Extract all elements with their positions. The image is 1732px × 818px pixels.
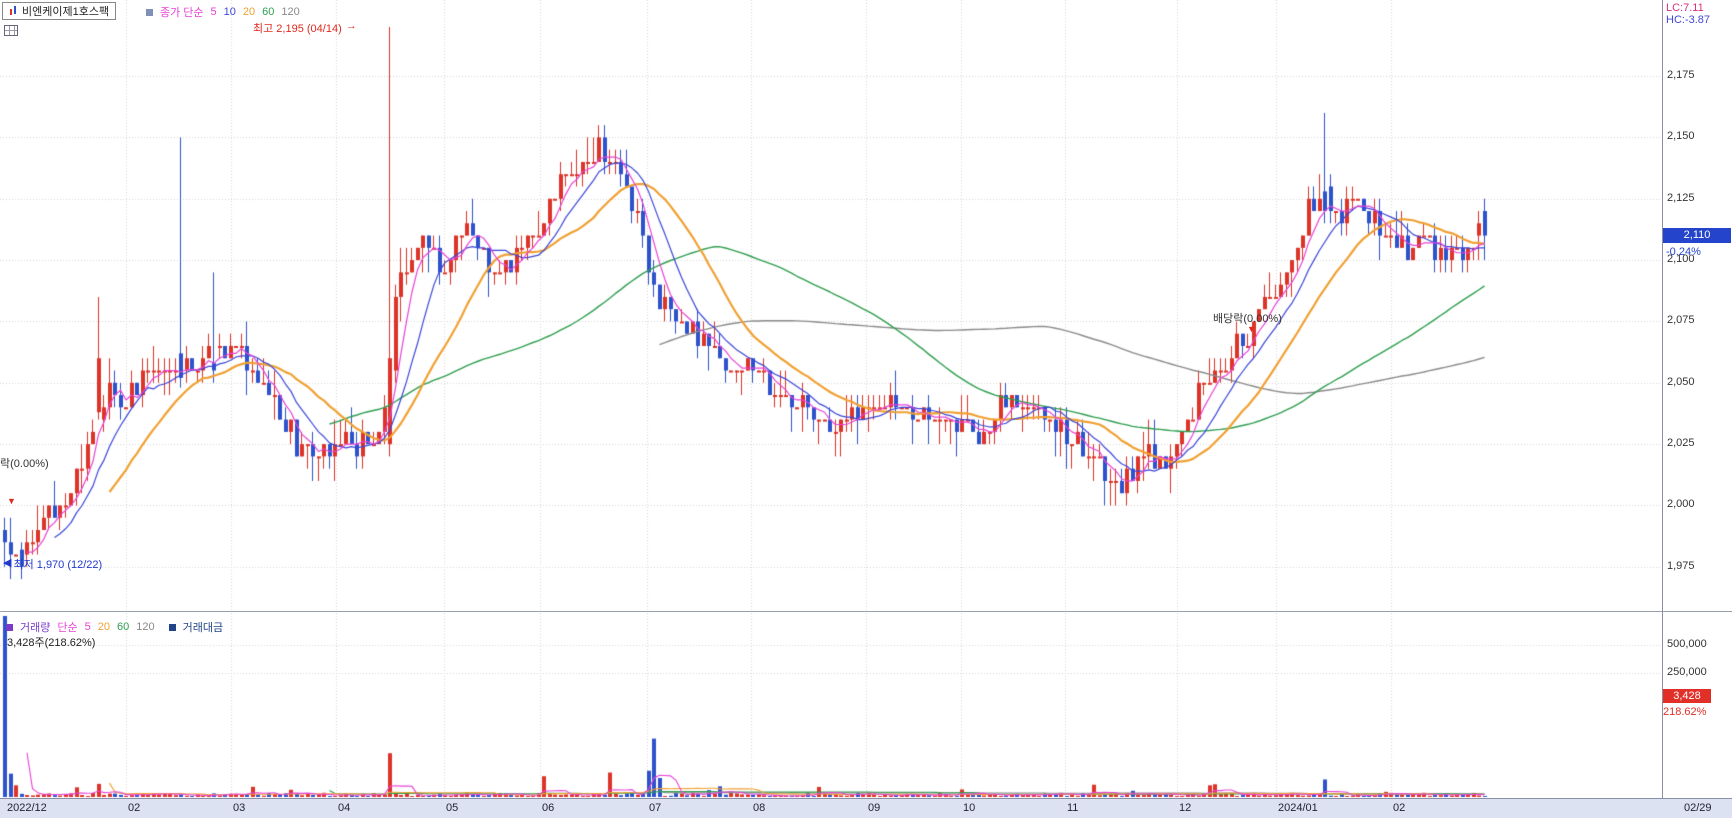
final-date-label: 02/29 [1684,802,1712,814]
price-legend-swatch-icon [146,8,153,16]
arrow-left-icon: ◀ [3,557,12,569]
current-volume-badge: 3,428 [1663,689,1711,703]
ma-period-label: 5 [210,6,217,18]
date-label: 08 [753,802,766,814]
left-clipped-annotation: 락(0.00%) [0,458,49,470]
volume-ma-type-label: 단순 [57,622,78,634]
price-tick-label: 2,175 [1667,69,1695,81]
price-chart-canvas[interactable] [0,0,1662,611]
volume-tick-label: 250,000 [1667,666,1707,678]
price-tick-label: 2,025 [1667,437,1695,449]
ma-period-label: 20 [242,6,256,18]
date-label: 2024/01 [1278,802,1318,814]
price-tick-label: 2,100 [1667,253,1695,265]
ma-period-label: 20 [97,621,110,633]
price-tick-label: 2,150 [1667,130,1695,142]
volume-chart-canvas[interactable] [0,613,1662,798]
price-tick-label: 2,125 [1667,192,1695,204]
date-label: 07 [649,802,662,814]
volume-change-label: 218.62% [1663,706,1707,718]
date-label: 03 [233,802,246,814]
ma-period-label: 5 [84,621,91,633]
date-label: 06 [542,802,555,814]
stock-title-label: 비엔케이제1호스팩 [22,6,110,18]
trade-value-label: 거래대금 [182,622,224,634]
date-label: 10 [963,802,976,814]
stock-chart-window: 비엔케이제1호스팩 종가 단순 5 10 20 60 120 최고 2,195 (04/… [0,0,1732,818]
price-tick-label: 1,975 [1667,560,1695,572]
lc-value: LC:7.11 [1666,2,1704,14]
ma-period-label: 10 [223,6,236,18]
date-label: 09 [868,802,881,814]
date-axis-strip [0,798,1732,818]
volume-legend-periods: 5 20 60 120 [85,621,162,633]
volume-legend-swatch-icon [6,623,13,631]
date-label: 05 [446,802,459,814]
low-price-annotation: ◀ 최저 1,970 (12/22) [3,556,102,572]
ma-period-label: 60 [117,621,130,633]
volume-legend-label: 거래량 [20,622,51,634]
current-price-badge: 2,110 [1663,228,1731,243]
panel-divider [0,611,1732,612]
ex-dividend-marker-icon: ▼ [1247,324,1256,334]
trade-value-swatch-icon [168,623,176,631]
date-label: 11 [1067,802,1079,814]
ma-period-label: 120 [136,621,155,633]
low-price-label: 최저 1,970 (12/22) [13,559,103,571]
date-label: 02 [128,802,141,814]
high-price-label: 최고 2,195 (04/14) [253,23,342,35]
high-price-annotation: 최고 2,195 (04/14) → [253,20,357,36]
date-label: 02 [1393,802,1406,814]
price-legend-label: 종가 단순 [160,7,204,19]
price-tick-label: 2,050 [1667,376,1695,388]
arrow-right-icon: → [345,20,357,32]
left-marker-icon: ▼ [7,496,16,506]
price-legend[interactable]: 종가 단순 5 10 20 60 120 [146,4,307,20]
price-tick-label: 2,075 [1667,314,1695,326]
volume-tick-label: 500,000 [1667,638,1707,650]
date-label: 12 [1179,802,1192,814]
ma-period-label: 60 [262,6,275,18]
grid-settings-icon[interactable] [4,25,18,36]
date-label: 04 [338,802,351,814]
price-legend-periods: 5 10 20 60 120 [211,6,307,18]
stock-tab[interactable]: 비엔케이제1호스팩 [2,2,117,20]
candlestick-icon [9,6,18,16]
price-tick-label: 2,000 [1667,498,1695,510]
hc-value: HC:-3.87 [1666,14,1711,26]
axis-separator [1662,0,1663,798]
volume-legend[interactable]: 거래량 단순 5 20 60 120 거래대금 [6,619,223,635]
volume-summary-label: 3,428주(218.62%) [7,637,96,649]
ma-period-label: 120 [281,6,300,18]
date-label: 2022/12 [7,802,47,814]
